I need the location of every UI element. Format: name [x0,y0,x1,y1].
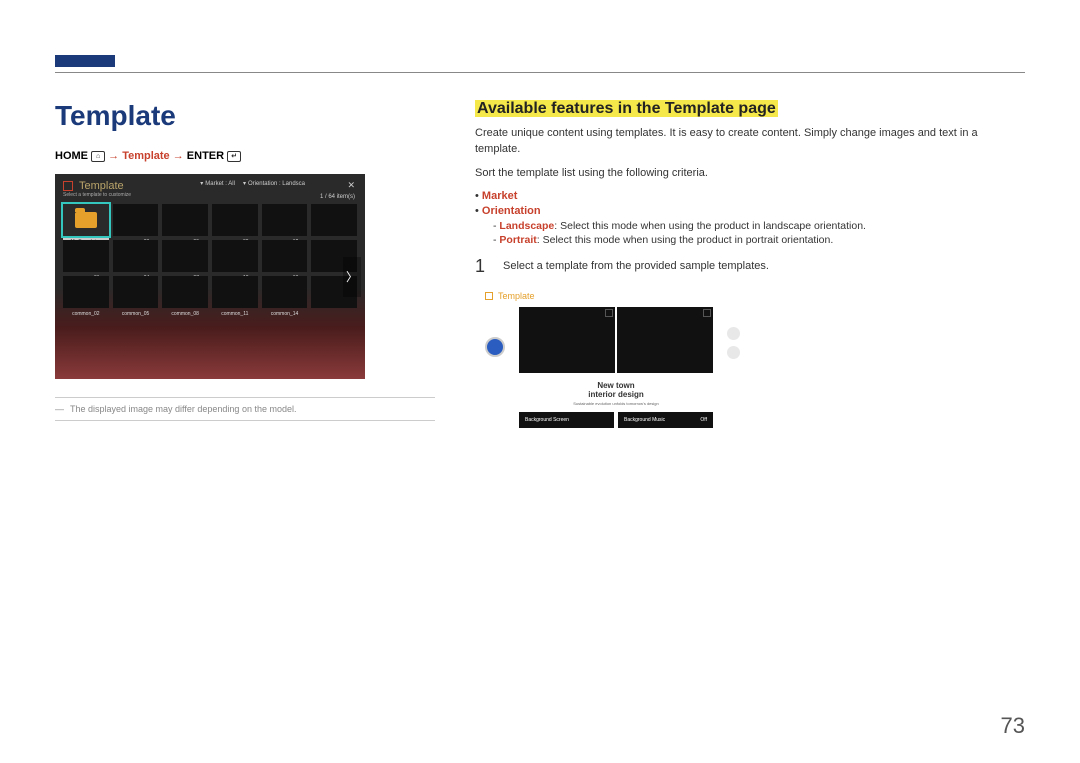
chevron-down-icon: ▾ [200,180,203,187]
template-thumb[interactable]: common_01 [63,240,109,272]
step-1: 1 Select a template from the provided sa… [475,256,1025,277]
step-text: Select a template from the provided samp… [503,260,769,277]
template-thumb[interactable]: common_04 [113,240,159,272]
app-icon [63,181,73,191]
template-thumb[interactable]: common_06 [162,204,208,236]
template-editor-diagram: Template New town [485,291,915,428]
header-divider [55,72,1025,73]
enter-icon: ↵ [227,151,241,162]
breadcrumb-arrow-1: → [108,150,119,162]
divider [55,397,435,398]
close-icon[interactable]: ✕ [347,180,355,191]
step-number: 1 [475,256,489,277]
diagram-title: Template [498,291,535,301]
template-thumb[interactable]: common_07 [162,240,208,272]
filter-market[interactable]: ▾ Market : All [200,180,235,187]
blue-dot-icon [485,337,505,357]
bar-value: Off [700,417,707,423]
section-heading: Available features in the Template page [475,100,778,117]
breadcrumb-enter: ENTER [187,150,224,162]
chevron-down-icon: ▾ [243,180,246,187]
breadcrumb-template: Template [122,150,169,162]
side-button-1[interactable] [727,327,740,340]
thumb-label: common_02 [63,311,109,317]
template-thumb[interactable]: common_03 [113,204,159,236]
template-thumb[interactable]: common_13 [262,240,308,272]
divider [55,420,435,421]
filter-market-label: Market : All [205,181,235,187]
filter-orientation-label: Orientation : Landsca [248,181,305,187]
preview-screen-left[interactable] [519,307,615,373]
background-screen-bar[interactable]: Background Screen [519,412,614,428]
thumb-label: common_11 [212,311,258,317]
home-icon: ⌂ [91,151,105,162]
sort-intro: Sort the template list using the followi… [475,166,1025,182]
app-subtitle: Select a template to customize [63,192,357,198]
sub-landscape: Landscape: Select this mode when using t… [503,220,1025,232]
next-page-arrow[interactable]: 〉 [343,257,361,297]
template-thumb[interactable]: common_12 [262,204,308,236]
breadcrumb-arrow-2: → [173,150,184,162]
bullet-orientation: Orientation [485,205,1025,217]
chevron-right-icon: 〉 [346,268,358,285]
side-button-2[interactable] [727,346,740,359]
template-thumb[interactable]: common_08 [162,276,208,308]
intro-paragraph: Create unique content using templates. I… [475,126,1025,158]
expand-icon [703,309,711,317]
header-marker [55,55,115,67]
left-column: Template HOME ⌂ → Template → ENTER ↵ Tem… [55,100,435,428]
diagram-caption-3: Sustainable evolution unfolds tomorrow's… [519,401,713,406]
bar-label: Background Screen [525,417,569,423]
page-title: Template [55,100,435,132]
bullet-market: Market [485,190,1025,202]
breadcrumb-home: HOME [55,150,88,162]
thumb-label: common_08 [162,311,208,317]
sub-portrait: Portrait: Select this mode when using th… [503,234,1025,246]
page-number: 73 [1001,713,1025,739]
template-thumb[interactable]: common_05 [113,276,159,308]
template-thumb[interactable] [311,204,357,236]
diagram-caption-2: interior design [519,390,713,399]
template-thumb[interactable]: common_09 [212,204,258,236]
breadcrumb: HOME ⌂ → Template → ENTER ↵ [55,150,435,162]
criteria-list: Market Orientation [475,190,1025,217]
thumb-label: common_05 [113,311,159,317]
background-music-bar[interactable]: Background Music Off [618,412,713,428]
diagram-caption-1: New town [519,381,713,390]
template-grid: My Templates common_03 common_06 common_… [63,204,357,308]
bar-label: Background Music [624,417,665,423]
item-count: 1 / 64 item(s) [320,194,355,200]
template-thumb-selected[interactable]: My Templates [63,204,109,236]
right-column: Available features in the Template page … [475,100,1025,428]
template-thumb[interactable]: common_11 [212,276,258,308]
filter-orientation[interactable]: ▾ Orientation : Landsca [243,180,305,187]
template-thumb[interactable]: common_02 [63,276,109,308]
thumb-label: common_14 [262,311,308,317]
template-thumb[interactable]: common_14 [262,276,308,308]
app-title: Template [79,180,124,192]
template-app-screenshot: Template Select a template to customize … [55,174,365,379]
footnote: ―The displayed image may differ dependin… [55,404,435,414]
app-icon [485,292,493,300]
preview-screen-right[interactable] [617,307,713,373]
template-thumb[interactable]: common_10 [212,240,258,272]
orientation-sublist: Landscape: Select this mode when using t… [503,220,1025,246]
folder-icon [75,212,97,228]
expand-icon [605,309,613,317]
